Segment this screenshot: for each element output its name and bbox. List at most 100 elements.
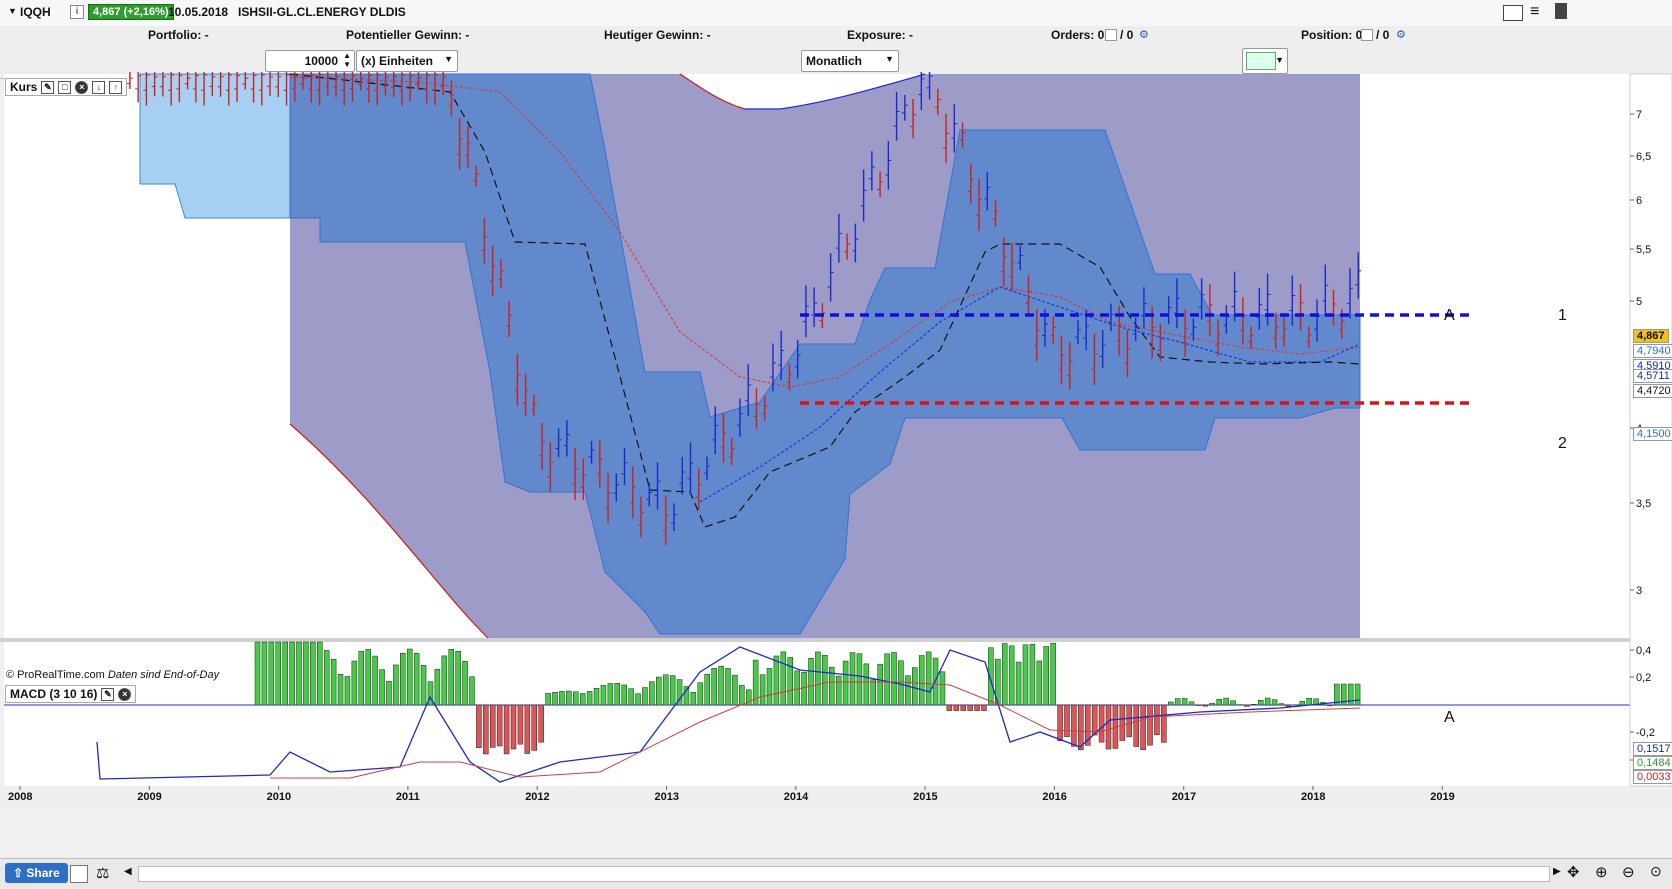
macd-histogram-bar-positive (642, 688, 647, 705)
macd-histogram-bar-positive (1258, 700, 1263, 705)
macd-histogram-bar-positive (553, 692, 558, 705)
macd-histogram-bar-positive (615, 683, 620, 705)
scroll-right-icon[interactable]: ▶ (1553, 866, 1561, 877)
macd-histogram-bar-negative (490, 705, 495, 747)
position-label: Position: 0 (1301, 28, 1362, 42)
macd-histogram-bar-negative (1092, 705, 1097, 735)
pan-icon[interactable]: ✥ (1567, 863, 1580, 881)
macd-histogram-bar-positive (774, 656, 779, 705)
wrench-icon[interactable]: ✎ (41, 81, 54, 94)
annotation-2: 2 (1558, 435, 1567, 453)
macd-histogram-bar-positive (732, 675, 737, 705)
layout-icon[interactable] (70, 865, 88, 883)
macd-histogram-bar-positive (1182, 698, 1187, 705)
annotation-1: 1 (1558, 307, 1567, 325)
macd-histogram-bar-positive (850, 653, 855, 705)
macd-histogram-bar-positive (1023, 645, 1028, 705)
macd-panel-title: MACD (3 10 16) (10, 687, 97, 701)
macd-histogram-bar-positive (1251, 704, 1256, 705)
macd-histogram-bar-negative (1196, 705, 1201, 706)
orders-settings-icon[interactable]: ⚙ (1139, 28, 1149, 41)
macd-histogram-bar-negative (1078, 705, 1083, 750)
period-select[interactable]: Monatlich ▼ (801, 50, 899, 72)
menu-icon[interactable]: ≡ (1530, 3, 1539, 21)
portfolio-label: Portfolio: - (148, 28, 209, 42)
macd-histogram-bar-positive (1279, 704, 1284, 705)
macd-histogram-bar-positive (352, 661, 357, 705)
scroll-left-icon[interactable]: ◀ (124, 866, 132, 877)
x-tick-label: 2017 (1172, 791, 1196, 803)
macd-histogram-bar-positive (1002, 644, 1007, 705)
stepper-arrows-icon[interactable]: ▲▼ (343, 51, 351, 69)
orders-close-icon[interactable] (1105, 29, 1117, 41)
macd-histogram-bar-positive (1168, 702, 1173, 705)
macd-histogram-bar-negative (1106, 705, 1111, 749)
zoom-out-icon[interactable]: ⊖ (1622, 863, 1635, 881)
wrench-icon[interactable]: ✎ (101, 688, 114, 701)
macd-histogram-bar-positive (303, 642, 308, 705)
macd-histogram-bar-positive (283, 642, 288, 705)
macd-histogram-bar-positive (421, 665, 426, 705)
macd-histogram-bar-positive (442, 656, 447, 705)
price-panel-title: Kurs (10, 80, 37, 94)
scale-icon[interactable]: ⚖ (96, 864, 109, 882)
macd-tag: 0,1517 (1633, 742, 1672, 756)
chevron-down-icon: ▼ (885, 54, 894, 64)
macd-histogram-bar-negative (947, 705, 952, 711)
macd-histogram-bar-positive (670, 676, 675, 705)
macd-histogram-bar-positive (795, 671, 800, 705)
maximize-icon[interactable]: □ (58, 81, 71, 94)
macd-histogram-bar-negative (525, 705, 530, 753)
position-settings-icon[interactable]: ⚙ (1396, 28, 1406, 41)
symbol-dropdown-icon[interactable]: ▼ (8, 6, 17, 16)
macd-histogram-bar-negative (483, 705, 488, 754)
macd-histogram-bar-positive (691, 692, 696, 705)
units-select[interactable]: (x) Einheiten ▼ (356, 50, 458, 72)
macd-histogram-bar-positive (1030, 644, 1035, 705)
macd-histogram-bar-positive (725, 668, 730, 705)
macd-histogram-bar-positive (1210, 703, 1215, 705)
macd-y-tick-label: 0,2 (1636, 672, 1651, 684)
chart-tools-icon (1246, 52, 1276, 70)
zoom-in-icon[interactable]: ⊕ (1595, 863, 1608, 881)
macd-y-tick-label: 0,4 (1636, 645, 1651, 657)
macd-histogram-bar-positive (705, 674, 710, 705)
close-icon[interactable]: × (118, 688, 131, 701)
x-axis-bg (0, 786, 1672, 804)
macd-histogram-bar-negative (504, 705, 509, 754)
info-icon[interactable]: i (70, 5, 84, 19)
keyboard-icon[interactable] (1503, 5, 1523, 21)
chart-tools-button[interactable]: ▼ (1242, 48, 1288, 74)
macd-histogram-bar-positive (739, 685, 744, 705)
move-up-icon[interactable]: ↑ (109, 81, 122, 94)
macd-histogram-bar-positive (636, 694, 641, 705)
macd-histogram-bar-positive (871, 680, 876, 705)
macd-histogram-bar-positive (255, 642, 260, 705)
horizontal-scrollbar[interactable] (138, 866, 1550, 882)
macd-histogram-bar-positive (719, 666, 724, 705)
close-icon[interactable]: × (75, 81, 88, 94)
macd-histogram-bar-positive (822, 655, 827, 705)
macd-histogram-bar-positive (698, 683, 703, 705)
macd-histogram-bar-positive (815, 652, 820, 705)
move-down-icon[interactable]: ↓ (92, 81, 105, 94)
y-tick-label: 3 (1636, 585, 1642, 597)
macd-histogram-bar-positive (331, 659, 336, 705)
y-tick-label: 6 (1636, 195, 1642, 207)
macd-histogram-bar-positive (456, 651, 461, 705)
reset-zoom-icon[interactable]: ⊙ (1650, 863, 1662, 880)
symbol-label[interactable]: IQQH (20, 5, 51, 19)
macd-histogram-bar-positive (1016, 662, 1021, 705)
macd-histogram-bar-negative (1141, 705, 1146, 750)
macd-histogram-bar-positive (1217, 699, 1222, 705)
window-icon[interactable] (1555, 3, 1567, 19)
macd-histogram-bar-negative (1064, 705, 1069, 737)
macd-histogram-bar-negative (981, 705, 986, 711)
panel-separator[interactable] (0, 638, 1672, 642)
share-button[interactable]: ⇧ Share (5, 863, 68, 883)
position-close-icon[interactable] (1361, 29, 1373, 41)
macd-histogram-bar-positive (878, 664, 883, 705)
quantity-stepper[interactable]: 10000 ▲▼ (265, 50, 355, 72)
x-tick-label: 2016 (1042, 791, 1066, 803)
macd-histogram-bar-positive (802, 672, 807, 705)
